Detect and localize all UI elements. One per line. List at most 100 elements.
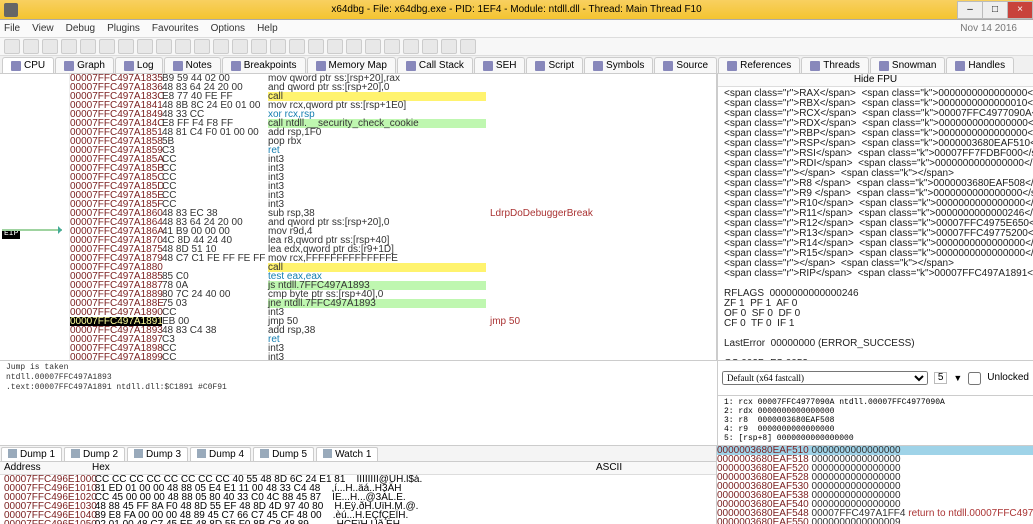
cpu-icon — [11, 61, 21, 71]
jump-gutter: EIP — [0, 74, 70, 360]
hex-body[interactable]: 00007FFC496E1000 CC CC CC CC CC CC CC CC… — [0, 475, 716, 524]
dump-tabs: Dump 1Dump 2Dump 3Dump 4Dump 5Watch 1 — [0, 446, 716, 462]
toolbar-button[interactable] — [289, 39, 305, 54]
toolbar-button[interactable] — [422, 39, 438, 54]
toolbar-button[interactable] — [327, 39, 343, 54]
disassembly[interactable]: 00007FFC497A1835B9 59 44 02 00mov qword … — [70, 74, 486, 360]
bp-icon — [231, 61, 241, 71]
toolbar-button[interactable] — [213, 39, 229, 54]
minimize-button[interactable]: – — [957, 1, 983, 19]
script-icon — [535, 61, 545, 71]
toolbar-button[interactable] — [156, 39, 172, 54]
unlocked-checkbox[interactable] — [968, 372, 981, 385]
tab-call-stack[interactable]: Call Stack — [397, 57, 473, 73]
toolbar-button[interactable] — [460, 39, 476, 54]
toolbar-button[interactable] — [232, 39, 248, 54]
toolbar-button[interactable] — [61, 39, 77, 54]
mem-icon — [316, 61, 326, 71]
menu-plugins[interactable]: Plugins — [107, 23, 140, 34]
menu-options[interactable]: Options — [211, 23, 245, 34]
threads-icon — [810, 61, 820, 71]
dump-tab[interactable]: Watch 1 — [316, 447, 378, 461]
tab-graph[interactable]: Graph — [55, 57, 114, 73]
tab-source[interactable]: Source — [654, 57, 717, 73]
toolbar-button[interactable] — [194, 39, 210, 54]
toolbar-button[interactable] — [4, 39, 20, 54]
stack-panel[interactable]: 0000003680EAF510 00000000000000000000003… — [717, 446, 1033, 524]
title-bar: x64dbg - File: x64dbg.exe - PID: 1EF4 - … — [0, 0, 1033, 20]
registers-panel[interactable]: Hide FPU <span class="r">RAX</span> <spa… — [717, 74, 1033, 360]
info-box: Jump is taken ntdll.00007FFC497A1893 .te… — [0, 360, 717, 388]
tab-log[interactable]: Log — [115, 57, 163, 73]
build-date: Nov 14 2016 — [960, 23, 1017, 34]
hex-header: AddressHexASCII — [0, 462, 716, 475]
args-list: 1: rcx 00007FFC4977090A ntdll.00007FFC49… — [718, 396, 1033, 445]
dump-tab[interactable]: Dump 4 — [190, 447, 251, 461]
call-convention-select[interactable]: Default (x64 fastcall) — [722, 371, 928, 385]
tab-references[interactable]: References — [718, 57, 800, 73]
graph-icon — [64, 61, 74, 71]
toolbar-button[interactable] — [346, 39, 362, 54]
log-icon — [124, 61, 134, 71]
close-button[interactable]: × — [1007, 1, 1033, 19]
tab-cpu[interactable]: CPU — [2, 57, 54, 73]
hide-fpu-toggle[interactable]: Hide FPU — [718, 74, 1033, 87]
menu-help[interactable]: Help — [257, 23, 278, 34]
tab-threads[interactable]: Threads — [801, 57, 869, 73]
tab-handles[interactable]: Handles — [946, 57, 1014, 73]
app-icon — [4, 3, 18, 17]
handles-icon — [955, 61, 965, 71]
toolbar — [0, 38, 1033, 56]
dump-icon — [197, 449, 206, 458]
toolbar-button[interactable] — [42, 39, 58, 54]
stack-icon — [406, 61, 416, 71]
toolbar-button[interactable] — [270, 39, 286, 54]
toolbar-button[interactable] — [251, 39, 267, 54]
toolbar-button[interactable] — [175, 39, 191, 54]
window-title: x64dbg - File: x64dbg.exe - PID: 1EF4 - … — [331, 4, 701, 15]
toolbar-button[interactable] — [365, 39, 381, 54]
toolbar-button[interactable] — [403, 39, 419, 54]
menu-bar: File View Debug Plugins Favourites Optio… — [0, 20, 1033, 38]
tab-symbols[interactable]: Symbols — [584, 57, 653, 73]
sym-icon — [593, 61, 603, 71]
tab-breakpoints[interactable]: Breakpoints — [222, 57, 306, 73]
dump-tab[interactable]: Dump 2 — [64, 447, 125, 461]
toolbar-button[interactable] — [99, 39, 115, 54]
src-icon — [663, 61, 673, 71]
dump-icon — [71, 449, 80, 458]
call-convention-bar: Default (x64 fastcall) 5 ▼ Unlocked — [718, 360, 1033, 396]
menu-view[interactable]: View — [32, 23, 54, 34]
toolbar-button[interactable] — [384, 39, 400, 54]
tab-seh[interactable]: SEH — [474, 57, 526, 73]
dump-tab[interactable]: Dump 5 — [253, 447, 314, 461]
toolbar-button[interactable] — [308, 39, 324, 54]
jump-arrow-icon — [2, 229, 62, 231]
tab-script[interactable]: Script — [526, 57, 583, 73]
ref-icon — [727, 61, 737, 71]
dump-icon — [323, 449, 332, 458]
dump-icon — [260, 449, 269, 458]
menu-file[interactable]: File — [4, 23, 20, 34]
toolbar-button[interactable] — [23, 39, 39, 54]
dump-tab[interactable]: Dump 3 — [127, 447, 188, 461]
tab-memory-map[interactable]: Memory Map — [307, 57, 396, 73]
maximize-button[interactable]: □ — [982, 1, 1008, 19]
toolbar-button[interactable] — [137, 39, 153, 54]
tab-notes[interactable]: Notes — [164, 57, 221, 73]
seh-icon — [483, 61, 493, 71]
toolbar-button[interactable] — [118, 39, 134, 54]
notes-icon — [173, 61, 183, 71]
tab-snowman[interactable]: Snowman — [870, 57, 945, 73]
dump-panel[interactable]: Dump 1Dump 2Dump 3Dump 4Dump 5Watch 1 Ad… — [0, 446, 717, 524]
unlocked-label: Unlocked — [987, 373, 1029, 383]
disasm-row[interactable]: 00007FFC497A1899CCint3 — [70, 353, 486, 360]
toolbar-button[interactable] — [80, 39, 96, 54]
dump-icon — [8, 449, 17, 458]
dump-tab[interactable]: Dump 1 — [1, 447, 62, 461]
arg-count[interactable]: 5 — [934, 372, 948, 384]
snow-icon — [879, 61, 889, 71]
menu-favourites[interactable]: Favourites — [152, 23, 199, 34]
toolbar-button[interactable] — [441, 39, 457, 54]
menu-debug[interactable]: Debug — [66, 23, 95, 34]
